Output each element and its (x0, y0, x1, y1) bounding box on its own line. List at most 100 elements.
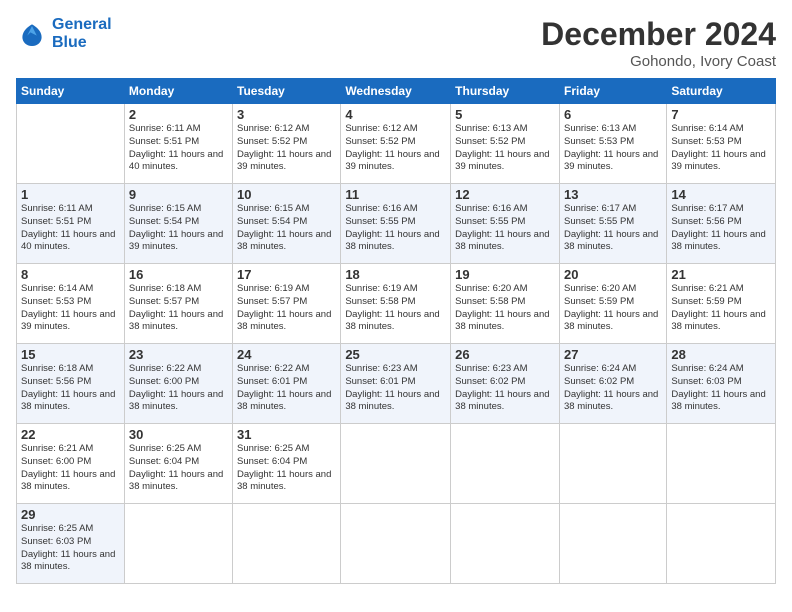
calendar-cell: 26Sunrise: 6:23 AM Sunset: 6:02 PM Dayli… (451, 344, 560, 424)
day-info: Sunrise: 6:11 AM Sunset: 5:51 PM Dayligh… (21, 203, 120, 254)
day-number: 18 (345, 267, 446, 282)
calendar-cell: 5Sunrise: 6:13 AM Sunset: 5:52 PM Daylig… (451, 104, 560, 184)
day-number: 26 (455, 347, 555, 362)
calendar-week-row: 1Sunrise: 6:11 AM Sunset: 5:51 PM Daylig… (17, 184, 776, 264)
day-info: Sunrise: 6:22 AM Sunset: 6:00 PM Dayligh… (129, 363, 228, 414)
day-info: Sunrise: 6:18 AM Sunset: 5:56 PM Dayligh… (21, 363, 120, 414)
day-number: 20 (564, 267, 662, 282)
month-title: December 2024 (541, 16, 776, 53)
calendar-cell: 27Sunrise: 6:24 AM Sunset: 6:02 PM Dayli… (559, 344, 666, 424)
day-number: 6 (564, 107, 662, 122)
calendar-day-header: Tuesday (233, 79, 341, 104)
calendar-cell: 1Sunrise: 6:11 AM Sunset: 5:51 PM Daylig… (17, 184, 125, 264)
calendar-cell: 18Sunrise: 6:19 AM Sunset: 5:58 PM Dayli… (341, 264, 451, 344)
day-info: Sunrise: 6:17 AM Sunset: 5:55 PM Dayligh… (564, 203, 662, 254)
calendar-day-header: Thursday (451, 79, 560, 104)
calendar-day-header: Sunday (17, 79, 125, 104)
day-number: 16 (129, 267, 228, 282)
day-info: Sunrise: 6:20 AM Sunset: 5:59 PM Dayligh… (564, 283, 662, 334)
calendar-cell: 3Sunrise: 6:12 AM Sunset: 5:52 PM Daylig… (233, 104, 341, 184)
calendar-cell (341, 424, 451, 504)
calendar-cell: 8Sunrise: 6:14 AM Sunset: 5:53 PM Daylig… (17, 264, 125, 344)
day-info: Sunrise: 6:13 AM Sunset: 5:53 PM Dayligh… (564, 123, 662, 174)
calendar-cell: 11Sunrise: 6:16 AM Sunset: 5:55 PM Dayli… (341, 184, 451, 264)
day-number: 25 (345, 347, 446, 362)
day-number: 14 (671, 187, 771, 202)
calendar-cell: 12Sunrise: 6:16 AM Sunset: 5:55 PM Dayli… (451, 184, 560, 264)
calendar-cell: 2Sunrise: 6:11 AM Sunset: 5:51 PM Daylig… (124, 104, 232, 184)
day-number: 22 (21, 427, 120, 442)
day-info: Sunrise: 6:25 AM Sunset: 6:04 PM Dayligh… (129, 443, 228, 494)
location: Gohondo, Ivory Coast (541, 53, 776, 70)
calendar-cell: 22Sunrise: 6:21 AM Sunset: 6:00 PM Dayli… (17, 424, 125, 504)
calendar-day-header: Saturday (667, 79, 776, 104)
day-number: 15 (21, 347, 120, 362)
day-number: 1 (21, 187, 120, 202)
calendar-cell: 21Sunrise: 6:21 AM Sunset: 5:59 PM Dayli… (667, 264, 776, 344)
day-info: Sunrise: 6:24 AM Sunset: 6:03 PM Dayligh… (671, 363, 771, 414)
calendar-cell: 15Sunrise: 6:18 AM Sunset: 5:56 PM Dayli… (17, 344, 125, 424)
day-number: 11 (345, 187, 446, 202)
calendar-cell: 29Sunrise: 6:25 AM Sunset: 6:03 PM Dayli… (17, 504, 125, 584)
day-info: Sunrise: 6:22 AM Sunset: 6:01 PM Dayligh… (237, 363, 336, 414)
calendar-cell (233, 504, 341, 584)
calendar-table: SundayMondayTuesdayWednesdayThursdayFrid… (16, 78, 776, 584)
calendar-cell: 20Sunrise: 6:20 AM Sunset: 5:59 PM Dayli… (559, 264, 666, 344)
day-info: Sunrise: 6:24 AM Sunset: 6:02 PM Dayligh… (564, 363, 662, 414)
day-info: Sunrise: 6:25 AM Sunset: 6:03 PM Dayligh… (21, 523, 120, 574)
day-number: 28 (671, 347, 771, 362)
logo-text: General Blue (52, 16, 112, 51)
page-container: General Blue December 2024 Gohondo, Ivor… (0, 0, 792, 612)
day-info: Sunrise: 6:13 AM Sunset: 5:52 PM Dayligh… (455, 123, 555, 174)
day-number: 5 (455, 107, 555, 122)
day-number: 27 (564, 347, 662, 362)
calendar-week-row: 29Sunrise: 6:25 AM Sunset: 6:03 PM Dayli… (17, 504, 776, 584)
calendar-cell (667, 504, 776, 584)
day-info: Sunrise: 6:15 AM Sunset: 5:54 PM Dayligh… (237, 203, 336, 254)
calendar-cell (559, 504, 666, 584)
day-info: Sunrise: 6:18 AM Sunset: 5:57 PM Dayligh… (129, 283, 228, 334)
day-number: 4 (345, 107, 446, 122)
calendar-cell (559, 424, 666, 504)
calendar-cell: 19Sunrise: 6:20 AM Sunset: 5:58 PM Dayli… (451, 264, 560, 344)
calendar-cell: 16Sunrise: 6:18 AM Sunset: 5:57 PM Dayli… (124, 264, 232, 344)
title-block: December 2024 Gohondo, Ivory Coast (541, 16, 776, 70)
calendar-cell (124, 504, 232, 584)
calendar-cell (667, 424, 776, 504)
day-info: Sunrise: 6:25 AM Sunset: 6:04 PM Dayligh… (237, 443, 336, 494)
day-number: 2 (129, 107, 228, 122)
day-info: Sunrise: 6:15 AM Sunset: 5:54 PM Dayligh… (129, 203, 228, 254)
calendar-cell (451, 504, 560, 584)
calendar-cell: 31Sunrise: 6:25 AM Sunset: 6:04 PM Dayli… (233, 424, 341, 504)
day-number: 3 (237, 107, 336, 122)
day-number: 9 (129, 187, 228, 202)
day-number: 12 (455, 187, 555, 202)
calendar-cell (451, 424, 560, 504)
calendar-cell (17, 104, 125, 184)
calendar-cell: 25Sunrise: 6:23 AM Sunset: 6:01 PM Dayli… (341, 344, 451, 424)
calendar-cell (341, 504, 451, 584)
day-info: Sunrise: 6:12 AM Sunset: 5:52 PM Dayligh… (237, 123, 336, 174)
calendar-cell: 13Sunrise: 6:17 AM Sunset: 5:55 PM Dayli… (559, 184, 666, 264)
calendar-header-row: SundayMondayTuesdayWednesdayThursdayFrid… (17, 79, 776, 104)
calendar-cell: 24Sunrise: 6:22 AM Sunset: 6:01 PM Dayli… (233, 344, 341, 424)
calendar-cell: 30Sunrise: 6:25 AM Sunset: 6:04 PM Dayli… (124, 424, 232, 504)
calendar-week-row: 2Sunrise: 6:11 AM Sunset: 5:51 PM Daylig… (17, 104, 776, 184)
day-number: 31 (237, 427, 336, 442)
day-number: 13 (564, 187, 662, 202)
header: General Blue December 2024 Gohondo, Ivor… (16, 16, 776, 70)
day-info: Sunrise: 6:21 AM Sunset: 6:00 PM Dayligh… (21, 443, 120, 494)
day-info: Sunrise: 6:16 AM Sunset: 5:55 PM Dayligh… (455, 203, 555, 254)
logo: General Blue (16, 16, 112, 51)
calendar-week-row: 15Sunrise: 6:18 AM Sunset: 5:56 PM Dayli… (17, 344, 776, 424)
calendar-cell: 6Sunrise: 6:13 AM Sunset: 5:53 PM Daylig… (559, 104, 666, 184)
day-number: 17 (237, 267, 336, 282)
day-info: Sunrise: 6:21 AM Sunset: 5:59 PM Dayligh… (671, 283, 771, 334)
day-info: Sunrise: 6:23 AM Sunset: 6:02 PM Dayligh… (455, 363, 555, 414)
calendar-cell: 17Sunrise: 6:19 AM Sunset: 5:57 PM Dayli… (233, 264, 341, 344)
day-info: Sunrise: 6:17 AM Sunset: 5:56 PM Dayligh… (671, 203, 771, 254)
calendar-week-row: 22Sunrise: 6:21 AM Sunset: 6:00 PM Dayli… (17, 424, 776, 504)
calendar-day-header: Monday (124, 79, 232, 104)
calendar-cell: 23Sunrise: 6:22 AM Sunset: 6:00 PM Dayli… (124, 344, 232, 424)
day-number: 10 (237, 187, 336, 202)
